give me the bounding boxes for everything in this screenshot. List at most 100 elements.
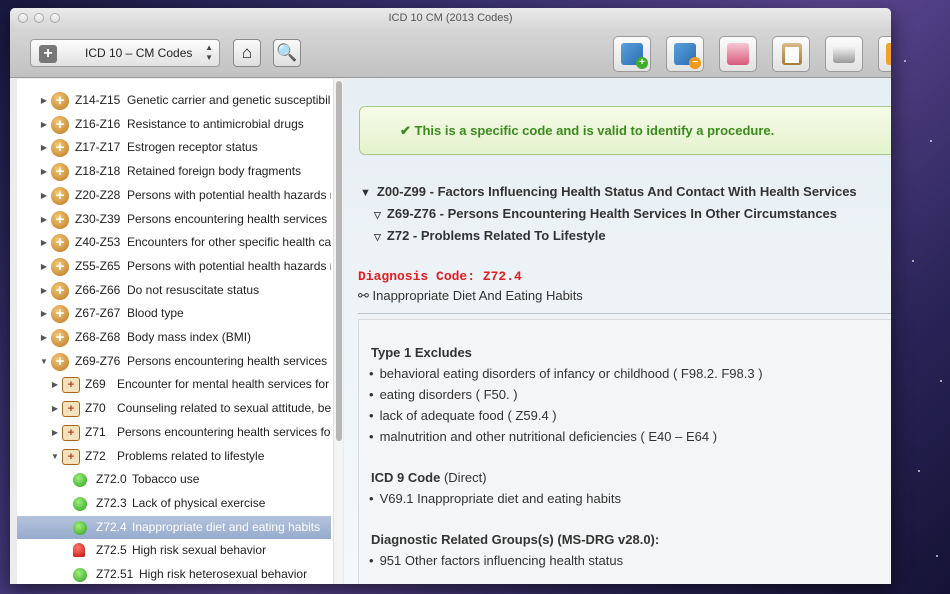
tree-row[interactable]: ▶ + Z17-Z17 Estrogen receptor status: [17, 136, 331, 160]
tree-row[interactable]: ▶ + Z18-Z18 Retained foreign body fragments: [17, 160, 331, 184]
plus-category-icon: +: [51, 92, 69, 110]
disclosure-collapsed-icon[interactable]: ▶: [39, 279, 49, 303]
tree-row-code: Z68-Z68: [75, 330, 121, 344]
diagnosis-description: ⚯ Inappropriate Diet And Eating Habits: [358, 288, 583, 303]
tree-row[interactable]: Z72.5 High risk sexual behavior: [17, 539, 331, 563]
disclosure-collapsed-icon[interactable]: ▶: [50, 397, 60, 421]
tree-scrollbar[interactable]: [333, 79, 343, 584]
disclosure-collapsed-icon[interactable]: ▶: [39, 255, 49, 279]
tree-row[interactable]: ▼ + Z69-Z76 Persons encountering health ser…: [17, 350, 331, 374]
tree-row-label: Do not resuscitate status: [127, 282, 260, 297]
detail-background: ✔ This is a specific code and is valid t…: [344, 79, 891, 584]
settings-button[interactable]: [878, 36, 891, 72]
zoom-window-button[interactable]: [50, 13, 60, 23]
tree-row-label: Encounter for mental health services for…: [117, 377, 331, 392]
tree-row[interactable]: ▶ + Z66-Z66 Do not resuscitate status: [17, 279, 331, 303]
home-button[interactable]: ⌂: [233, 39, 261, 67]
disclosure-collapsed-icon[interactable]: ▶: [39, 113, 49, 137]
tree-scroll-thumb[interactable]: [336, 81, 342, 441]
tree-row[interactable]: ▶ + Z69 Encounter for mental health service…: [17, 373, 331, 397]
tree-row-label: Persons encountering health services in …: [127, 211, 331, 226]
tree-row-label: High risk heterosexual behavior: [139, 567, 308, 581]
magnifier-icon: 🔍: [276, 43, 298, 62]
tree-row-label: Inappropriate diet and eating habits: [132, 519, 321, 534]
drg-item-text: 951 Other factors influencing health sta…: [379, 553, 624, 568]
disclosure-collapsed-icon[interactable]: ▶: [50, 373, 60, 397]
tree-row[interactable]: ▶ + Z30-Z39 Persons encountering health ser…: [17, 208, 331, 232]
tree-row[interactable]: ▼ + Z72 Problems related to lifestyle: [17, 445, 331, 469]
email-button[interactable]: [719, 36, 757, 72]
icd9-subtitle: (Direct): [443, 470, 487, 485]
tree-row-selected[interactable]: Z72.4 Inappropriate diet and eating habit…: [17, 515, 331, 540]
tree-row[interactable]: ▶ + Z55-Z65 Persons with potential health h…: [17, 255, 331, 279]
tree-row[interactable]: ▶ + Z67-Z67 Blood type: [17, 302, 331, 326]
hierarchy-category[interactable]: ▽ Z72 - Problems Related To Lifestyle: [374, 228, 606, 243]
tree-row[interactable]: ▶ + Z14-Z15 Genetic carrier and genetic sus…: [17, 89, 331, 113]
plus-category-icon: +: [51, 115, 69, 134]
tree-row-code: Z72: [85, 448, 106, 463]
copy-button[interactable]: [772, 36, 810, 72]
disclosure-collapsed-icon[interactable]: ▶: [50, 421, 60, 445]
print-button[interactable]: [825, 36, 863, 72]
tree-row[interactable]: Z72.0 Tobacco use: [17, 468, 331, 492]
disclosure-collapsed-icon[interactable]: ▶: [39, 136, 49, 160]
disclosure-expanded-icon[interactable]: ▼: [39, 350, 49, 374]
green-status-icon: [73, 496, 87, 511]
type1-item: • malnutrition and other nutritional defi…: [369, 429, 718, 444]
tree-row-code: Z20-Z28: [75, 187, 121, 202]
tree-row-code: Z69: [85, 377, 106, 392]
disclosure-collapsed-icon[interactable]: ▶: [39, 302, 49, 326]
tree-row-label: High risk sexual behavior: [132, 543, 267, 558]
tree-row[interactable]: Z72.51 High risk heterosexual behavior: [17, 563, 331, 584]
code-set-selector[interactable]: + ICD 10 – CM Codes ▲ ▼: [30, 39, 220, 67]
app-window: ICD 10 CM (2013 Codes) + ICD 10 – CM Cod…: [10, 8, 891, 584]
tree-row-code: Z14-Z15: [75, 93, 121, 107]
tree-row-label: Persons encountering health services in …: [127, 353, 331, 368]
icd9-item: • V69.1 Inappropriate diet and eating hab…: [369, 491, 621, 506]
triangle-outline-icon: ▽: [374, 232, 381, 242]
disclosure-collapsed-icon[interactable]: ▶: [39, 160, 49, 184]
valid-code-banner: ✔ This is a specific code and is valid t…: [359, 106, 891, 155]
disclosure-collapsed-icon[interactable]: ▶: [39, 231, 49, 255]
paper-sheet-icon: [785, 47, 799, 63]
tree-row-label: Persons encountering health services for…: [117, 424, 331, 439]
background-star: [936, 555, 938, 557]
plus-badge-icon: +: [636, 57, 648, 69]
tree-row-code: Z72.3: [96, 495, 127, 510]
disclosure-expanded-icon[interactable]: ▼: [50, 445, 60, 469]
hierarchy-chapter[interactable]: ▼ Z00-Z99 - Factors Influencing Health St…: [360, 184, 857, 199]
type1-item-text: lack of adequate food ( Z59.4 ): [379, 408, 557, 423]
add-bookmark-button[interactable]: +: [613, 36, 651, 72]
tree-row-code: Z66-Z66: [75, 282, 121, 297]
tree-row[interactable]: Z72.3 Lack of physical exercise: [17, 492, 331, 516]
tree-row[interactable]: ▶ + Z16-Z16 Resistance to antimicrobial dru…: [17, 113, 331, 137]
tree-row-code: Z72.4: [96, 519, 127, 534]
tree-row[interactable]: ▶ + Z40-Z53 Encounters for other specific h…: [17, 231, 331, 255]
disclosure-collapsed-icon[interactable]: ▶: [39, 326, 49, 350]
type1-item-text: eating disorders ( F50. ): [379, 387, 518, 402]
disclosure-collapsed-icon[interactable]: ▶: [39, 208, 49, 232]
plus-category-icon: +: [51, 139, 69, 158]
search-button[interactable]: 🔍: [273, 39, 301, 67]
tree-row-label: Lack of physical exercise: [132, 495, 266, 510]
disclosure-collapsed-icon[interactable]: ▶: [39, 184, 49, 208]
disclosure-collapsed-icon[interactable]: ▶: [39, 89, 49, 113]
minimize-window-button[interactable]: [34, 13, 44, 23]
home-icon: ⌂: [241, 43, 253, 62]
window-title: ICD 10 CM (2013 Codes): [388, 12, 513, 24]
chevron-updown-icon: ▲ ▼: [205, 43, 213, 62]
hierarchy-block[interactable]: ▽ Z69-Z76 - Persons Encountering Health S…: [374, 206, 837, 221]
tree-row[interactable]: ▶ + Z70 Counseling related to sexual attitu…: [17, 397, 331, 421]
triangle-outline-icon: ▽: [374, 210, 381, 220]
tree-row-code: Z71: [85, 424, 106, 439]
close-window-button[interactable]: [18, 13, 28, 23]
tree-row[interactable]: ▶ + Z71 Persons encountering health service…: [17, 421, 331, 445]
tree-row-label: Problems related to lifestyle: [117, 448, 265, 463]
tree-row-code: Z72.5: [96, 543, 127, 558]
tree-row[interactable]: ▶ + Z20-Z28 Persons with potential health h…: [17, 184, 331, 208]
tree-row[interactable]: ▶ + Z68-Z68 Body mass index (BMI): [17, 326, 331, 350]
icd9-title-text: ICD 9 Code: [371, 470, 441, 485]
tree-row-code: Z16-Z16: [75, 116, 121, 131]
drg-title: Diagnostic Related Groups(s) (MS-DRG v28…: [371, 532, 660, 547]
remove-bookmark-button[interactable]: −: [666, 36, 704, 72]
